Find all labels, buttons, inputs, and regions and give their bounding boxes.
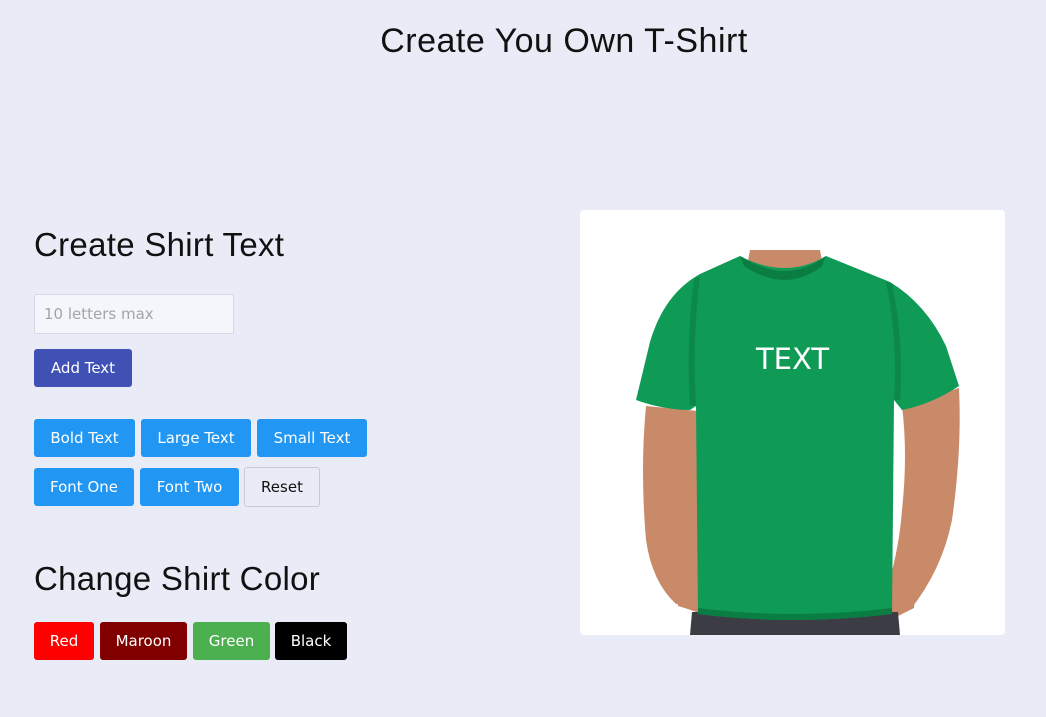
color-black-button[interactable]: Black <box>275 622 347 660</box>
page-title: Create You Own T-Shirt <box>380 22 748 60</box>
shirt-text-overlay: TEXT <box>755 342 830 376</box>
bold-text-button[interactable]: Bold Text <box>34 419 135 457</box>
shirt-text-input[interactable] <box>34 294 234 334</box>
add-text-button[interactable]: Add Text <box>34 349 132 387</box>
tshirt-image <box>636 250 960 635</box>
color-maroon-button[interactable]: Maroon <box>100 622 187 660</box>
color-green-button[interactable]: Green <box>193 622 270 660</box>
font-one-button[interactable]: Font One <box>34 468 134 506</box>
reset-button[interactable]: Reset <box>244 467 320 507</box>
small-text-button[interactable]: Small Text <box>257 419 367 457</box>
font-two-button[interactable]: Font Two <box>140 468 239 506</box>
change-shirt-color-heading: Change Shirt Color <box>34 560 321 597</box>
large-text-button[interactable]: Large Text <box>141 419 251 457</box>
shirt-preview: TEXT <box>580 210 1005 635</box>
create-shirt-text-heading: Create Shirt Text <box>34 226 285 263</box>
color-red-button[interactable]: Red <box>34 622 94 660</box>
